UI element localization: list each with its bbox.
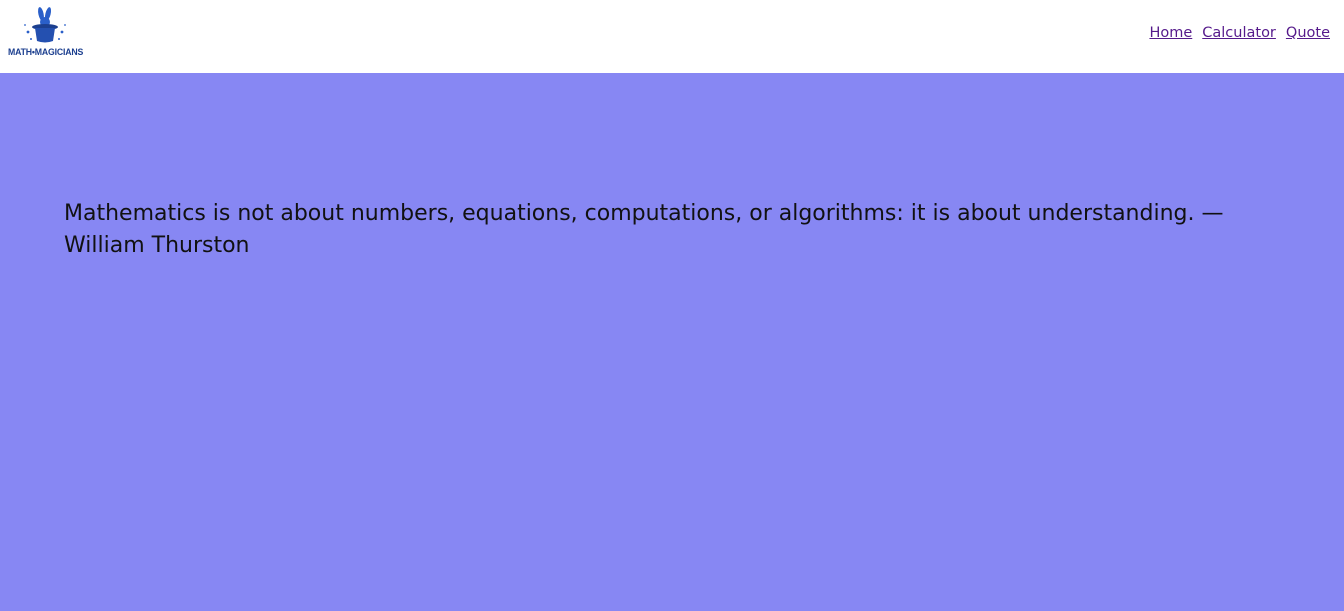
nav-link-quote[interactable]: Quote xyxy=(1286,25,1330,41)
logo-text: MATH•MAGICIANS xyxy=(8,47,84,58)
nav-link-calculator[interactable]: Calculator xyxy=(1202,25,1276,41)
magic-hat-rabbit-icon xyxy=(24,7,66,43)
nav-link-home[interactable]: Home xyxy=(1149,25,1192,41)
quote-text: Mathematics is not about numbers, equati… xyxy=(64,201,1224,258)
logo[interactable]: MATH•MAGICIANS xyxy=(6,5,86,63)
header: MATH•MAGICIANS Home Calculator Quote xyxy=(0,0,1344,73)
main-nav: Home Calculator Quote xyxy=(1149,25,1330,41)
quote-section: Mathematics is not about numbers, equati… xyxy=(0,73,1344,611)
